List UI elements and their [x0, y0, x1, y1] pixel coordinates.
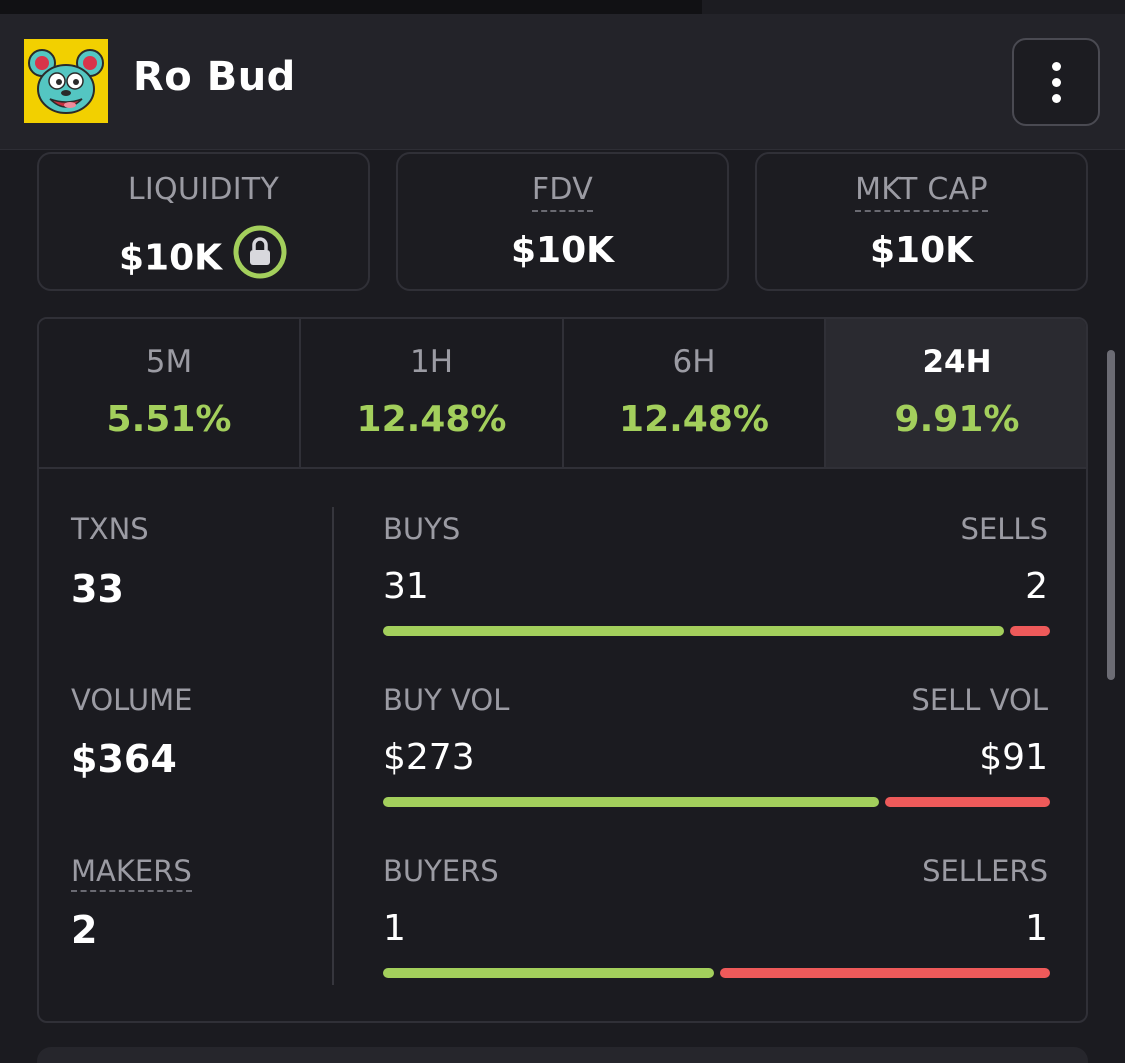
- price-change: 5.51%: [106, 399, 232, 440]
- timeframe-tabs: 5M 5.51% 1H 12.48% 6H 12.48% 24H 9.91%: [39, 319, 1086, 469]
- market-cap-value: $10K: [869, 230, 974, 271]
- makers-value: 2: [71, 908, 98, 952]
- txns-label: TXNS: [71, 512, 149, 546]
- txns-value: 33: [71, 567, 124, 611]
- liquidity-card: LIQUIDITY $10K: [37, 152, 370, 291]
- liquidity-label: LIQUIDITY: [127, 172, 280, 207]
- market-cap-label[interactable]: MKT CAP: [855, 172, 988, 212]
- liquidity-lock-icon[interactable]: [232, 224, 288, 289]
- buy-bar: [383, 626, 1004, 636]
- buy-bar: [383, 968, 714, 978]
- sell-value: 2: [1025, 566, 1048, 607]
- tab-label: 1H: [409, 344, 454, 380]
- scrollbar-thumb[interactable]: [1107, 350, 1115, 680]
- top-strip: [0, 0, 1125, 14]
- sell-label: SELL VOL: [911, 683, 1048, 717]
- column-divider: [332, 507, 334, 985]
- sell-bar: [885, 797, 1050, 807]
- tab-label: 6H: [672, 344, 716, 380]
- price-change: 12.48%: [619, 399, 769, 440]
- volume-label: VOLUME: [71, 683, 193, 717]
- volume-value: $364: [71, 737, 177, 781]
- token-avatar: [24, 39, 108, 123]
- token-page: Ro Bud LIQUIDITY $10K FDV $10K MKT CAP $…: [0, 0, 1125, 1063]
- sell-bar: [720, 968, 1050, 978]
- token-name: Ro Bud: [133, 54, 296, 100]
- buy-label: BUY VOL: [383, 683, 510, 717]
- tab-6h[interactable]: 6H 12.48%: [564, 319, 826, 467]
- tab-1h[interactable]: 1H 12.48%: [301, 319, 564, 467]
- tab-24h[interactable]: 24H 9.91%: [826, 319, 1086, 467]
- more-vertical-icon: [1052, 62, 1061, 71]
- tab-label: 5M: [145, 344, 193, 380]
- market-cap-card[interactable]: MKT CAP $10K: [755, 152, 1088, 291]
- mouse-mascot-icon: [24, 39, 108, 123]
- makers-label[interactable]: MAKERS: [71, 854, 192, 892]
- buy-label: BUYS: [383, 512, 461, 546]
- buy-bar: [383, 797, 879, 807]
- sell-bar: [1010, 626, 1050, 636]
- tab-label: 24H: [922, 344, 992, 380]
- buy-value: 1: [383, 908, 406, 949]
- sell-value: 1: [1025, 908, 1048, 949]
- sell-label: SELLERS: [922, 854, 1048, 888]
- stats-panel: 5M 5.51% 1H 12.48% 6H 12.48% 24H 9.91% T…: [37, 317, 1088, 1023]
- fdv-label[interactable]: FDV: [531, 172, 594, 212]
- sell-label: SELLS: [960, 512, 1048, 546]
- buy-label: BUYERS: [383, 854, 499, 888]
- price-change: 12.48%: [356, 399, 507, 440]
- token-header: Ro Bud: [0, 14, 1125, 150]
- more-options-button[interactable]: [1012, 38, 1100, 126]
- sell-value: $91: [979, 737, 1048, 778]
- tab-5m[interactable]: 5M 5.51%: [39, 319, 301, 467]
- buy-value: 31: [383, 566, 429, 607]
- liquidity-value: $10K: [118, 237, 223, 279]
- fdv-card[interactable]: FDV $10K: [396, 152, 729, 291]
- fdv-value: $10K: [510, 230, 615, 271]
- buy-value: $273: [383, 737, 475, 778]
- next-card: [37, 1047, 1088, 1063]
- liquidity-value-row: $10K: [39, 225, 368, 289]
- price-change: 9.91%: [894, 399, 1020, 440]
